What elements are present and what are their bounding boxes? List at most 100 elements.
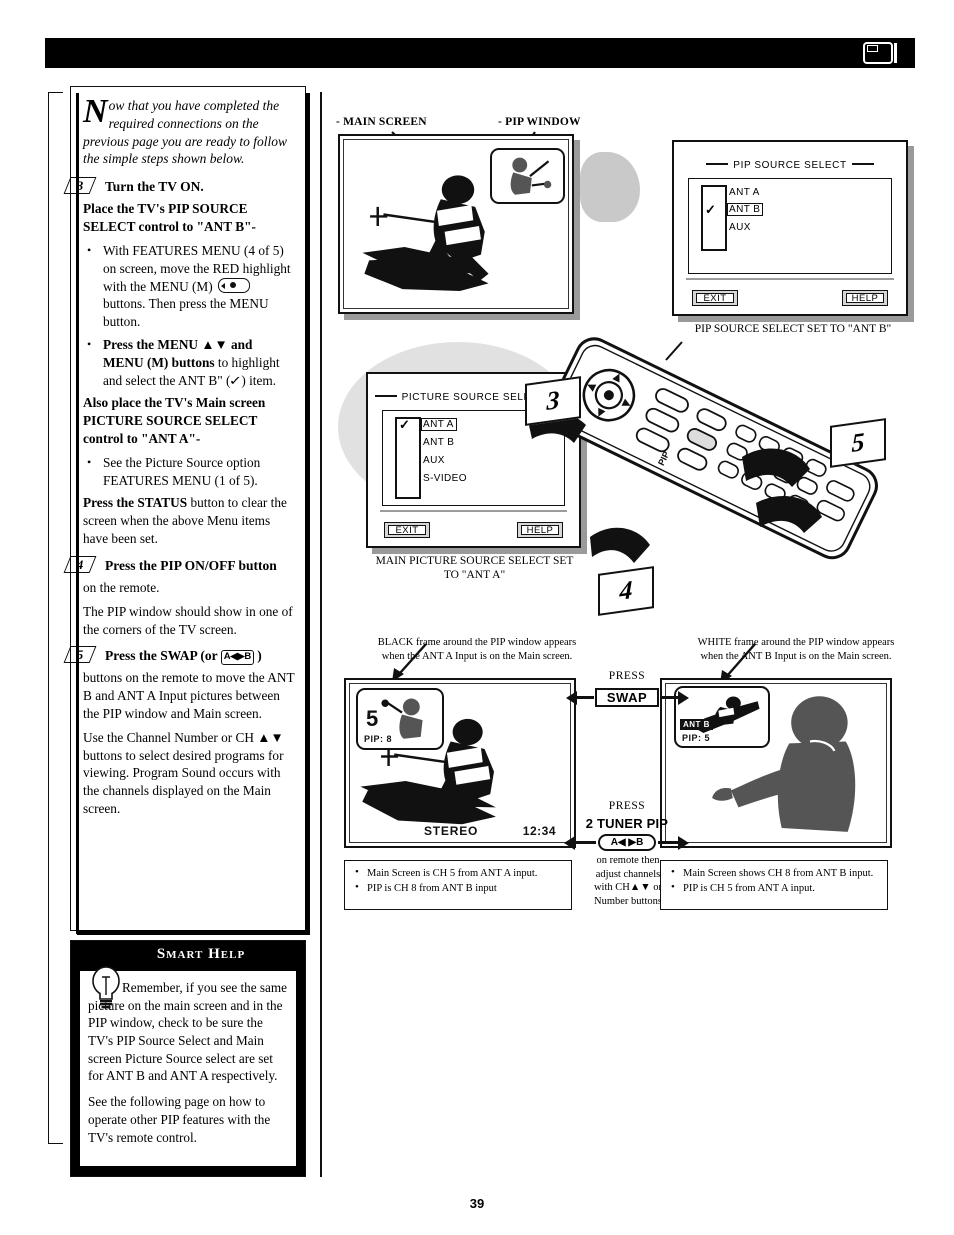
bottom-left-tv: 5 PIP: 8 STEREO 12:34 xyxy=(344,678,576,848)
tuner-arrow-left-line xyxy=(576,841,596,844)
tuner-arrow-right-line xyxy=(658,841,678,844)
page-left-rail xyxy=(48,92,63,1144)
step-5-line-1: buttons on the remote to move the ANT B … xyxy=(83,670,295,721)
pip-source-menu-list: ✓ ANT A ANT B AUX xyxy=(688,178,892,274)
picture-source-item-1[interactable]: ANT B xyxy=(423,437,454,448)
remote-control-illustration: PIP xyxy=(528,337,878,563)
illustration-column: - MAIN SCREEN - PIP WINDOW PIP SOURCE SE… xyxy=(330,92,930,1177)
bottom-left-note-1: PIP is CH 8 from ANT B input xyxy=(351,880,565,896)
pip-source-help-button[interactable]: HELP xyxy=(842,290,888,306)
bottom-right-pip-source-tag: ANT B xyxy=(680,719,713,730)
step-4-badge: 4 xyxy=(63,555,97,573)
pip-source-checkmark-icon: ✓ xyxy=(705,202,716,217)
intro-text: ow that you have completed the required … xyxy=(83,98,287,167)
step-3-badge: 3 xyxy=(63,177,97,195)
pip-source-item-0[interactable]: ANT A xyxy=(729,187,760,198)
step-3-bullet-3: See the Picture Source option FEATURES M… xyxy=(83,454,295,490)
pip-source-item-1[interactable]: ANT B xyxy=(727,203,764,216)
pip-source-selection-column xyxy=(701,185,727,251)
bottom-right-note-0: Main Screen shows CH 8 from ANT B input. xyxy=(667,865,881,881)
bottom-left-pip-label: PIP: 8 xyxy=(364,734,393,744)
swap-arrow-left-line xyxy=(576,696,594,699)
bottom-right-pip-label: PIP: 5 xyxy=(682,733,711,743)
step-3-bullet-2: Press the MENU ▲▼ and MENU (M) buttons t… xyxy=(83,336,295,389)
step-5-title-text: Press the SWAP (or xyxy=(105,648,218,664)
step-4-header: 4 Press the PIP ON/OFF button xyxy=(63,555,295,577)
step-3-title: Turn the TV ON. xyxy=(105,179,204,195)
label-main-screen: - MAIN SCREEN xyxy=(336,116,427,128)
step-3-sub-head-2: Also place the TV's Main screen PICTURE … xyxy=(83,395,266,446)
column-divider xyxy=(320,92,322,1177)
pip-source-item-2[interactable]: AUX xyxy=(729,222,751,233)
page-number: 39 xyxy=(469,1196,485,1211)
scan-smudge-1 xyxy=(580,152,640,222)
step-5-badge: 5 xyxy=(63,646,97,664)
swap-ab-icon: A◀▶B xyxy=(220,650,254,665)
bottom-right-note-1: PIP is CH 5 from ANT A input. xyxy=(667,880,881,896)
two-tuner-pip-label: 2 TUNER PIP xyxy=(585,816,669,831)
menu-pad-icon xyxy=(218,277,251,293)
smart-help-paragraph-2: See the following page on how to operate… xyxy=(88,1094,271,1145)
intro-paragraph: Now that you have completed the required… xyxy=(83,93,295,168)
intro-dropcap: N xyxy=(83,93,108,130)
step-marker-4: 4 xyxy=(598,566,654,616)
step-marker-5: 5 xyxy=(830,418,886,468)
tuner-arrow-left-head xyxy=(564,836,575,850)
instructions-panel: Now that you have completed the required… xyxy=(63,86,310,935)
press-label-swap: PRESS xyxy=(608,670,646,682)
tuner-arrow-right-head xyxy=(678,836,689,850)
pip-source-exit-button[interactable]: EXIT xyxy=(692,290,738,306)
bottom-left-stereo-indicator: STEREO xyxy=(424,824,479,838)
step-3-bullet-2-end: ) item. xyxy=(241,372,277,388)
bottom-left-pip-channel: 5 xyxy=(366,706,379,731)
manual-page: Now that you have completed the required… xyxy=(0,0,954,1235)
bottom-left-notes: Main Screen is CH 5 from ANT A input. PI… xyxy=(344,860,572,910)
lightbulb-icon xyxy=(92,966,120,1009)
bottom-right-tv: ANT B PIP: 5 xyxy=(660,678,892,848)
pip-source-menu-caption: PIP SOURCE SELECT SET TO "ANT B" xyxy=(694,323,892,335)
panel-shadow-bottom xyxy=(77,930,310,935)
bottom-right-caption: WHITE frame around the PIP window appear… xyxy=(697,637,895,662)
panel-shadow-right xyxy=(305,93,310,935)
step-5-line-2: Use the Channel Number or CH ▲▼ buttons … xyxy=(83,729,284,816)
step-4-line-1: on the remote. xyxy=(83,579,160,595)
tv-pip-icon xyxy=(853,42,897,64)
bottom-left-note-0: Main Screen is CH 5 from ANT A input. xyxy=(351,865,565,881)
top-tv-pip-window xyxy=(490,148,565,204)
step-5-title-end: ) xyxy=(257,648,262,664)
step-4-line-2: The PIP window should show in one of the… xyxy=(83,603,293,637)
step-3-status-bold: Press the STATUS xyxy=(83,495,188,511)
picture-source-item-2[interactable]: AUX xyxy=(423,455,445,466)
step-3-bullet-1: With FEATURES MENU (4 of 5) on screen, m… xyxy=(83,242,295,331)
label-pip-window: - PIP WINDOW xyxy=(498,116,581,128)
step-3-status-note: Press the STATUS button to clear the scr… xyxy=(83,494,295,547)
swap-arrow-left-head xyxy=(566,691,577,705)
picture-source-item-0[interactable]: ANT A xyxy=(421,418,457,431)
swap-arrow-right-head xyxy=(678,691,689,705)
bottom-left-caption: BLACK frame around the PIP window appear… xyxy=(377,637,577,662)
bottom-left-pip-window: 5 PIP: 8 xyxy=(356,688,444,750)
pip-source-menu-divider xyxy=(686,278,894,280)
bottom-left-clock: 12:34 xyxy=(522,824,556,838)
step-4-title: Press the PIP ON/OFF button xyxy=(105,557,277,573)
swap-button[interactable]: SWAP xyxy=(595,688,659,707)
pip-source-menu-title: PIP SOURCE SELECT xyxy=(674,160,906,171)
pip-source-select-menu: PIP SOURCE SELECT ✓ ANT A ANT B AUX EXIT… xyxy=(672,140,908,316)
swap-arrow-right-line xyxy=(660,696,678,699)
checkmark-icon: ✓ xyxy=(229,372,243,388)
step-5-title: Press the SWAP (or A◀▶B ) xyxy=(105,647,295,665)
step-marker-3: 3 xyxy=(525,376,581,426)
step-5-header: 5 Press the SWAP (or A◀▶B ) xyxy=(63,646,295,667)
step-3-header: 3 Turn the TV ON. xyxy=(63,177,295,198)
step-3-sub-head-1: Place the TV's PIP SOURCE SELECT control… xyxy=(83,201,256,235)
picture-source-item-3[interactable]: S-VIDEO xyxy=(423,473,467,484)
picture-source-exit-button[interactable]: EXIT xyxy=(384,522,430,538)
picture-source-checkmark-icon: ✓ xyxy=(399,417,410,432)
smart-help-title: Smart Help xyxy=(156,946,246,962)
ab-swap-button[interactable]: A◀ ▶B xyxy=(598,834,656,851)
step-3-bullet-1-tail: buttons. Then press the MENU button. xyxy=(103,296,269,330)
press-label-tuner: PRESS xyxy=(608,800,646,812)
smart-help-panel: Smart Help Remember, if you see the same… xyxy=(70,940,306,1177)
bottom-right-notes: Main Screen shows CH 8 from ANT B input.… xyxy=(660,860,888,910)
top-tv-screen xyxy=(338,134,574,314)
